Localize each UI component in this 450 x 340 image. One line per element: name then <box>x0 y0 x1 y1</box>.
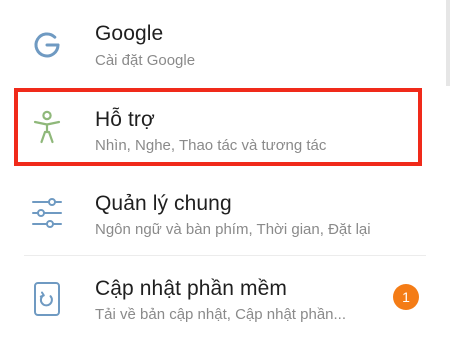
settings-item-subtitle: Tải về bản cập nhật, Cập nhật phần... <box>95 306 347 323</box>
update-count-badge: 1 <box>393 284 419 310</box>
highlight-box <box>14 88 422 166</box>
sliders-icon <box>28 194 66 232</box>
settings-list: Google Cài đặt Google Hỗ trợ Nhìn, Nghe,… <box>0 0 450 340</box>
settings-item-general-management[interactable]: Quản lý chung Ngôn ngữ và bàn phím, Thời… <box>0 170 450 254</box>
settings-item-subtitle: Cài đặt Google <box>95 52 196 69</box>
settings-item-software-update[interactable]: Cập nhật phần mềm Tải về bản cập nhật, C… <box>0 256 450 340</box>
settings-item-subtitle: Ngôn ngữ và bàn phím, Thời gian, Đặt lại <box>95 221 371 238</box>
settings-item-title: Google <box>95 22 164 45</box>
settings-item-title: Cập nhật phần mềm <box>95 277 287 300</box>
settings-item-title: Quản lý chung <box>95 192 232 215</box>
google-g-icon <box>28 26 66 64</box>
software-update-icon <box>28 280 66 318</box>
settings-item-google[interactable]: Google Cài đặt Google <box>0 0 450 84</box>
